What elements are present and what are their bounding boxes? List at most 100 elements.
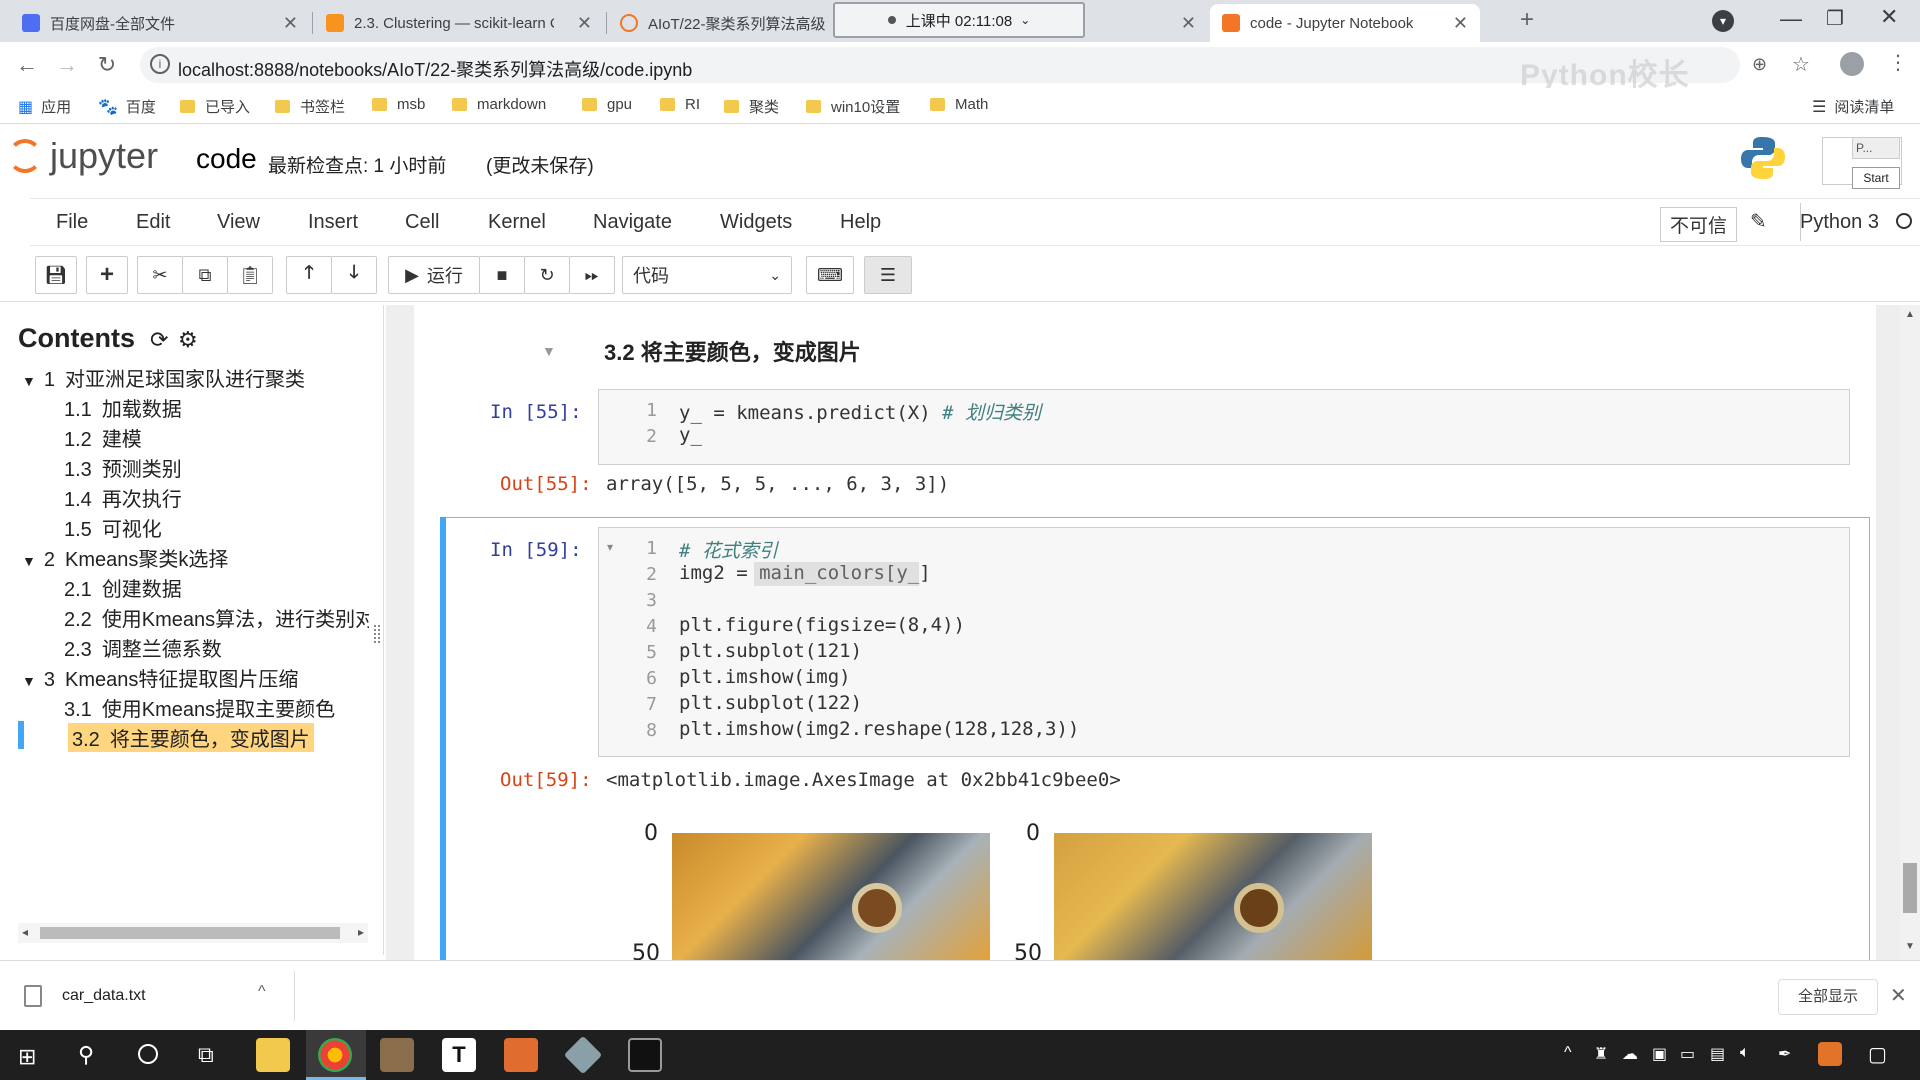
refresh-icon[interactable]: ⟳ xyxy=(150,327,168,353)
menu-cell[interactable]: Cell xyxy=(405,211,439,234)
paste-icon[interactable]: 📋︎ xyxy=(227,256,273,294)
restore-icon[interactable]: ❐ xyxy=(1826,6,1844,31)
info-icon[interactable]: i xyxy=(150,54,170,74)
bookmark-ri[interactable]: RI xyxy=(660,96,700,113)
terminal-icon[interactable] xyxy=(628,1038,662,1072)
close-icon[interactable]: ✕ xyxy=(283,13,298,34)
bookmark-math[interactable]: Math xyxy=(930,96,988,113)
tray-app-icon[interactable]: ♜ xyxy=(1594,1044,1608,1064)
bookmark-clustering[interactable]: 聚类 xyxy=(724,96,779,117)
tab-search-icon[interactable]: ▾ xyxy=(1712,10,1734,32)
menu-help[interactable]: Help xyxy=(840,211,881,234)
notebook-name[interactable]: code xyxy=(196,143,257,175)
close-icon[interactable]: ✕ xyxy=(1890,983,1907,1008)
cut-icon[interactable]: ✂ xyxy=(137,256,183,294)
onedrive-icon[interactable]: ☁ xyxy=(1622,1044,1638,1064)
chevron-up-icon[interactable]: ^ xyxy=(258,983,266,1001)
window-close-icon[interactable]: ✕ xyxy=(1880,4,1898,30)
more-menu-icon[interactable]: ⋮ xyxy=(1888,50,1908,75)
toc-item-1-1[interactable]: 1.1 加载数据 xyxy=(64,393,182,422)
toc-resize-handle[interactable] xyxy=(374,625,380,643)
image-viewer-icon[interactable] xyxy=(380,1038,414,1072)
bookmark-msb[interactable]: msb xyxy=(372,96,425,113)
tab-baidu-pan[interactable]: 百度网盘-全部文件 ✕ xyxy=(10,4,310,42)
gear-icon[interactable]: ⚙ xyxy=(178,327,198,353)
typora-icon[interactable]: T xyxy=(442,1038,476,1072)
tab-jupyter-code[interactable]: code - Jupyter Notebook ✕ xyxy=(1210,4,1480,42)
scroll-thumb[interactable] xyxy=(1903,863,1917,913)
chrome-icon[interactable] xyxy=(318,1038,352,1072)
copy-icon[interactable]: ⧉ xyxy=(182,256,228,294)
volume-icon[interactable]: 🔈︎ xyxy=(1740,1044,1750,1062)
network-icon[interactable]: ▤ xyxy=(1710,1044,1725,1064)
scroll-left-icon[interactable]: ◂ xyxy=(22,925,28,939)
bookmark-apps[interactable]: ▦ 应用 xyxy=(18,96,71,117)
pdf-reader-icon[interactable] xyxy=(504,1038,538,1072)
jupyter-logo-text[interactable]: jupyter xyxy=(50,135,158,177)
omnibox[interactable]: i localhost:8888/notebooks/AIoT/22-聚类系列算… xyxy=(140,47,1740,83)
reading-list[interactable]: ☰ 阅读清单 xyxy=(1812,96,1894,117)
fold-arrow-icon[interactable]: ▾ xyxy=(607,540,613,554)
toc-item-2-1[interactable]: 2.1 创建数据 xyxy=(64,573,182,602)
cell-type-select[interactable]: 代码 ⌄ xyxy=(622,256,792,294)
bookmark-imported[interactable]: 已导入 xyxy=(180,96,250,117)
file-explorer-icon[interactable] xyxy=(256,1038,290,1072)
toc-item-1-2[interactable]: 1.2 建模 xyxy=(64,423,142,452)
pen-icon[interactable]: ✒ xyxy=(1778,1044,1791,1064)
insert-cell-icon[interactable]: + xyxy=(86,256,128,294)
app-icon[interactable] xyxy=(563,1035,603,1075)
fast-forward-icon[interactable]: ⏩︎ xyxy=(569,256,615,294)
toc-item-2-3[interactable]: 2.3 调整兰德系数 xyxy=(64,633,222,662)
toc-item-1-3[interactable]: 1.3 预测类别 xyxy=(64,453,182,482)
tray-expand-icon[interactable]: ^ xyxy=(1564,1044,1572,1062)
menu-view[interactable]: View xyxy=(217,211,260,234)
keyboard-icon[interactable]: ⌨ xyxy=(806,256,854,294)
toc-item-2[interactable]: ▼ 2 Kmeans聚类k选择 xyxy=(22,543,228,572)
url-text[interactable]: localhost:8888/notebooks/AIoT/22-聚类系列算法高… xyxy=(178,56,692,82)
caret-down-icon[interactable]: ▼ xyxy=(22,673,36,689)
start-button[interactable]: Start xyxy=(1852,167,1900,189)
edit-pencil-icon[interactable]: ✎ xyxy=(1750,209,1767,234)
toc-item-3-2-active[interactable]: 3.2 将主要颜色，变成图片 xyxy=(68,723,314,752)
toc-toggle-icon[interactable]: ☰ xyxy=(864,256,912,294)
menu-insert[interactable]: Insert xyxy=(308,211,358,234)
scroll-up-icon[interactable]: ▲ xyxy=(1905,309,1915,320)
caret-down-icon[interactable]: ▼ xyxy=(22,553,36,569)
windows-start-icon[interactable]: ⊞ xyxy=(18,1044,36,1070)
code-cell-input[interactable]: 1 y_ = kmeans.predict(X) # 划归类别 2 y_ xyxy=(598,389,1850,465)
tab-sklearn[interactable]: 2.3. Clustering — scikit-learn C ✕ xyxy=(314,4,604,42)
toc-item-3[interactable]: ▼ 3 Kmeans特征提取图片压缩 xyxy=(22,663,298,692)
bookmark-gpu[interactable]: gpu xyxy=(582,96,632,113)
show-all-button[interactable]: 全部显示 xyxy=(1778,979,1878,1015)
tray-app-icon[interactable]: ▣ xyxy=(1652,1044,1667,1064)
new-tab-button[interactable]: + xyxy=(1520,6,1534,34)
trust-indicator[interactable]: 不可信 xyxy=(1660,207,1738,242)
scroll-down-icon[interactable]: ▼ xyxy=(1905,941,1915,952)
zoom-icon[interactable]: ⊕ xyxy=(1752,54,1767,75)
cortana-icon[interactable] xyxy=(138,1044,158,1064)
reload-icon[interactable]: ↻ xyxy=(92,50,122,80)
forward-icon[interactable]: → xyxy=(52,50,82,80)
bookmark-markdown[interactable]: markdown xyxy=(452,96,546,113)
menu-widgets[interactable]: Widgets xyxy=(720,211,792,234)
menu-edit[interactable]: Edit xyxy=(136,211,170,234)
toc-item-2-2[interactable]: 2.2 使用Kmeans算法，进行类别对 xyxy=(64,603,369,632)
menu-navigate[interactable]: Navigate xyxy=(593,211,672,234)
tray-app-icon[interactable] xyxy=(1818,1042,1842,1066)
menu-kernel[interactable]: Kernel xyxy=(488,211,546,234)
close-icon[interactable]: ✕ xyxy=(1453,13,1468,34)
minimize-icon[interactable]: — xyxy=(1780,6,1802,32)
toc-item-1-4[interactable]: 1.4 再次执行 xyxy=(64,483,182,512)
search-icon[interactable]: ⚲ xyxy=(78,1042,94,1068)
task-view-icon[interactable]: ⧉ xyxy=(198,1042,214,1068)
toc-item-1-5[interactable]: 1.5 可视化 xyxy=(64,513,162,542)
menu-file[interactable]: File xyxy=(56,211,88,234)
bookmark-win10[interactable]: win10设置 xyxy=(806,96,900,117)
back-icon[interactable]: ← xyxy=(12,50,42,80)
collapse-heading-icon[interactable]: ▼ xyxy=(542,343,556,359)
notifications-icon[interactable]: ▢ xyxy=(1868,1042,1887,1067)
move-down-icon[interactable]: 🡓 xyxy=(331,256,377,294)
close-icon[interactable]: ✕ xyxy=(1181,13,1196,34)
close-icon[interactable]: ✕ xyxy=(577,13,592,34)
scroll-thumb[interactable] xyxy=(40,927,340,939)
